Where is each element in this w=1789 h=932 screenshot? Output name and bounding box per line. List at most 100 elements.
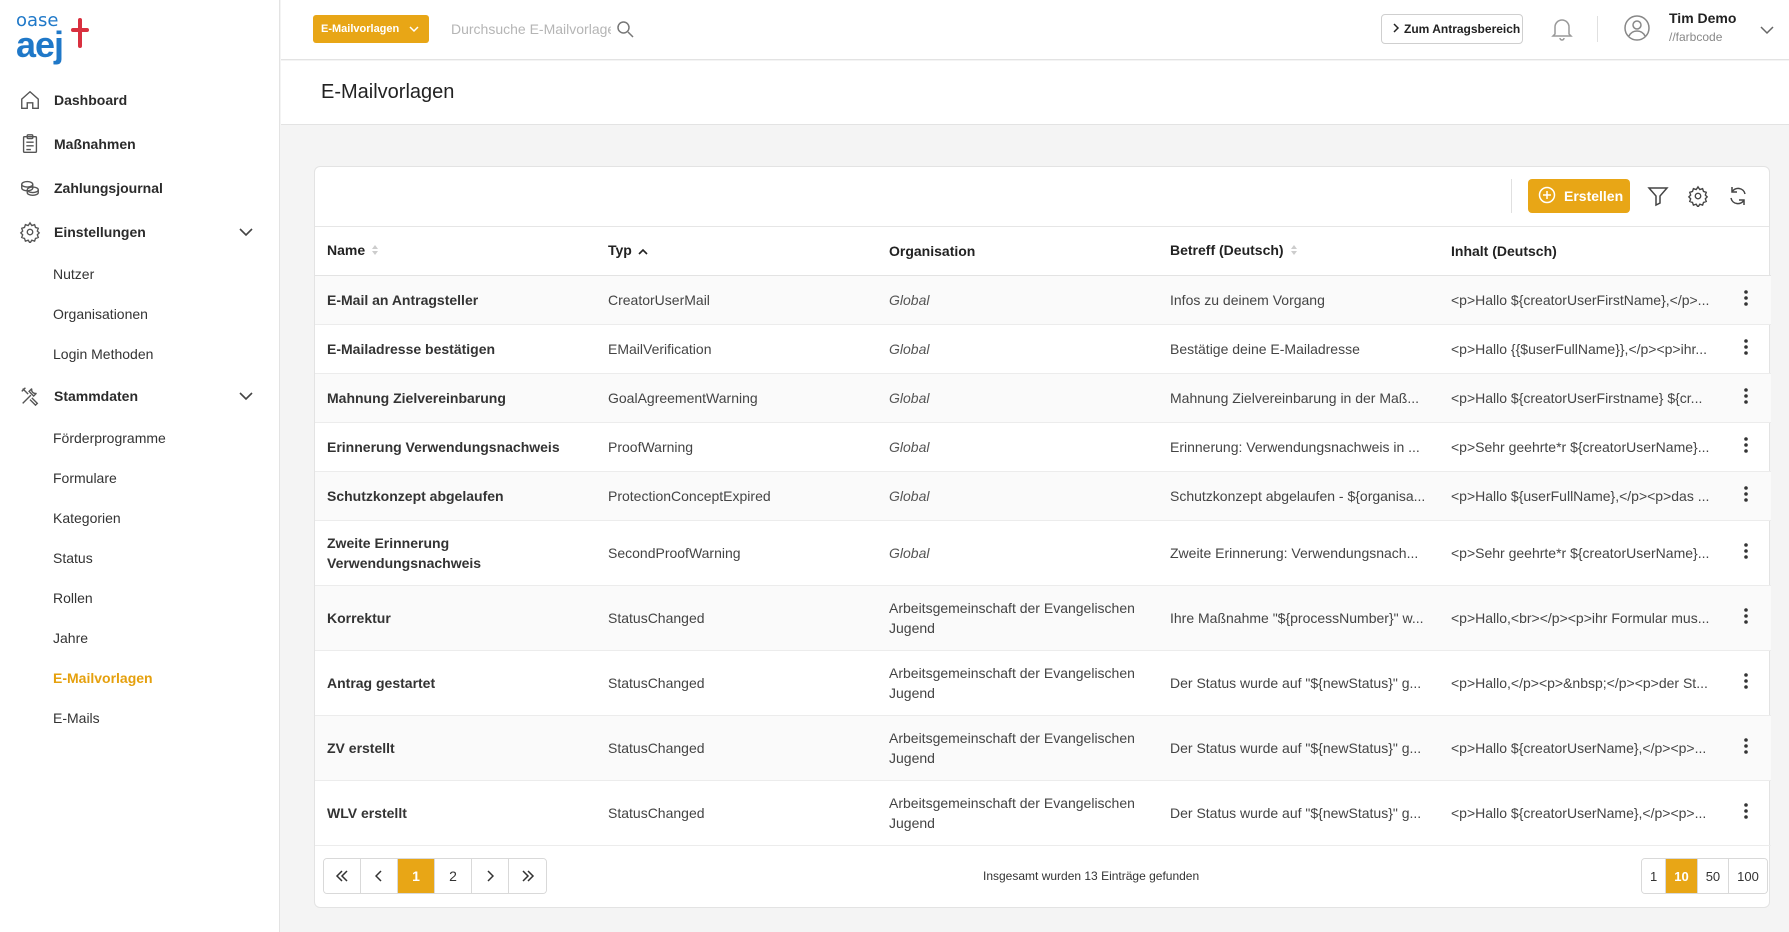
more-vertical-icon[interactable] xyxy=(1721,471,1771,521)
chevron-down-icon[interactable] xyxy=(1759,22,1775,41)
page-size-10[interactable]: 10 xyxy=(1666,859,1698,893)
antrag-button-label: Zum Antragsbereich xyxy=(1404,22,1521,36)
logo[interactable]: oase aej xyxy=(16,12,96,68)
more-vertical-icon[interactable] xyxy=(1721,715,1771,781)
zum-antragsbereich-button[interactable]: Zum Antragsbereich xyxy=(1381,14,1523,44)
sidebar-subitem-status[interactable]: Status xyxy=(0,538,280,578)
column-label: Betreff (Deutsch) xyxy=(1170,242,1284,259)
first-page-button[interactable] xyxy=(324,859,361,893)
table-row[interactable]: Erinnerung Verwendungsnachweis ProofWarn… xyxy=(315,422,1771,472)
total-entries-text: Insgesamt wurden 13 Einträge gefunden xyxy=(983,869,1200,883)
more-vertical-icon[interactable] xyxy=(1721,422,1771,472)
sidebar-item-stammdaten[interactable]: Stammdaten xyxy=(0,374,280,418)
column-header-typ[interactable]: Typ xyxy=(596,227,877,276)
previous-page-button[interactable] xyxy=(361,859,398,893)
last-page-button[interactable] xyxy=(509,859,546,893)
next-page-button[interactable] xyxy=(472,859,509,893)
table-row[interactable]: ZV erstellt StatusChanged Arbeitsgemeins… xyxy=(315,715,1771,781)
column-header-inhalt[interactable]: Inhalt (Deutsch) xyxy=(1439,227,1721,276)
sidebar-subitem-organisationen[interactable]: Organisationen xyxy=(0,294,280,334)
cell-typ: ProtectionConceptExpired xyxy=(596,471,877,521)
table-row[interactable]: E-Mail an Antragsteller CreatorUserMail … xyxy=(315,275,1771,325)
cell-typ: SecondProofWarning xyxy=(596,520,877,586)
more-vertical-icon[interactable] xyxy=(1721,650,1771,716)
search-icon[interactable] xyxy=(616,20,634,41)
page-size-selector: 1 10 50 100 xyxy=(1641,858,1768,894)
column-header-organisation[interactable]: Organisation xyxy=(877,227,1158,276)
more-vertical-icon[interactable] xyxy=(1721,780,1771,846)
sidebar-subitem-kategorien[interactable]: Kategorien xyxy=(0,498,280,538)
more-vertical-icon[interactable] xyxy=(1721,324,1771,374)
sidebar-subitem-rollen[interactable]: Rollen xyxy=(0,578,280,618)
more-vertical-icon[interactable] xyxy=(1721,275,1771,325)
logo-cross-icon xyxy=(71,18,89,48)
sidebar-item-dashboard[interactable]: Dashboard xyxy=(0,78,280,122)
column-header-name[interactable]: Name xyxy=(315,227,596,276)
sidebar-subitem-login-methoden[interactable]: Login Methoden xyxy=(0,334,280,374)
table-row[interactable]: Schutzkonzept abgelaufen ProtectionConce… xyxy=(315,471,1771,521)
page-size-100[interactable]: 100 xyxy=(1729,859,1767,893)
cell-typ: GoalAgreementWarning xyxy=(596,373,877,423)
table-row[interactable]: Korrektur StatusChanged Arbeitsgemeinsch… xyxy=(315,585,1771,651)
sidebar-item-massnahmen[interactable]: Maßnahmen xyxy=(0,122,280,166)
cell-name: ZV erstellt xyxy=(315,715,596,781)
divider xyxy=(1511,179,1512,213)
cell-name: Erinnerung Verwendungsnachweis xyxy=(315,422,596,472)
sidebar-item-label: Maßnahmen xyxy=(54,136,136,152)
cell-betreff: Bestätige deine E-Mailadresse xyxy=(1158,324,1439,374)
avatar[interactable] xyxy=(1623,14,1651,45)
cell-organisation: Global xyxy=(877,275,1158,325)
cell-name: Korrektur xyxy=(315,585,596,651)
column-label: Typ xyxy=(608,242,632,259)
sort-ascending-icon xyxy=(638,243,648,259)
sidebar-subitem-nutzer[interactable]: Nutzer xyxy=(0,254,280,294)
sidebar: oase aej Dashboard Maßnahmen Zahlungsjou… xyxy=(0,0,280,932)
page-button-1[interactable]: 1 xyxy=(398,859,435,893)
cell-organisation: Arbeitsgemeinschaft der Evangelischen Ju… xyxy=(877,650,1158,716)
sidebar-subitem-jahre[interactable]: Jahre xyxy=(0,618,280,658)
sidebar-item-label: Dashboard xyxy=(54,92,128,108)
create-button[interactable]: Erstellen xyxy=(1528,179,1630,213)
cell-betreff: Zweite Erinnerung: Verwendungsnach... xyxy=(1158,520,1439,586)
chevron-down-icon[interactable] xyxy=(238,224,254,243)
table-row[interactable]: Mahnung Zielvereinbarung GoalAgreementWa… xyxy=(315,373,1771,423)
page-size-1[interactable]: 1 xyxy=(1642,859,1667,893)
sidebar-subitem-emailvorlagen[interactable]: E-Mailvorlagen xyxy=(0,658,280,698)
more-vertical-icon[interactable] xyxy=(1721,520,1771,586)
sidebar-subitem-foerderprogramme[interactable]: Förderprogramme xyxy=(0,418,280,458)
page-header: E-Mailvorlagen xyxy=(281,61,1789,125)
search-input[interactable] xyxy=(451,15,611,43)
table-row[interactable]: WLV erstellt StatusChanged Arbeitsgemein… xyxy=(315,780,1771,846)
table-row[interactable]: E-Mailadresse bestätigen EMailVerificati… xyxy=(315,324,1771,374)
more-vertical-icon[interactable] xyxy=(1721,373,1771,423)
pagination: 1 2 xyxy=(323,858,547,894)
sidebar-subitem-emails[interactable]: E-Mails xyxy=(0,698,280,738)
page-size-50[interactable]: 50 xyxy=(1697,859,1730,893)
refresh-icon[interactable] xyxy=(1727,185,1749,210)
column-header-betreff[interactable]: Betreff (Deutsch) xyxy=(1158,227,1439,276)
cell-typ: StatusChanged xyxy=(596,650,877,716)
cell-inhalt: <p>Hallo,</p><p>&nbsp;</p><p>der St... xyxy=(1439,650,1721,716)
chevron-down-icon[interactable] xyxy=(238,388,254,407)
plus-circle-icon xyxy=(1538,186,1556,207)
column-label: Inhalt (Deutsch) xyxy=(1451,242,1557,259)
more-vertical-icon[interactable] xyxy=(1721,585,1771,651)
sort-icon xyxy=(371,243,379,259)
sidebar-item-zahlungsjournal[interactable]: Zahlungsjournal xyxy=(0,166,280,210)
tools-icon xyxy=(18,384,42,408)
search-type-dropdown[interactable]: E-Mailvorlagen xyxy=(313,15,429,43)
page-button-2[interactable]: 2 xyxy=(435,859,472,893)
email-templates-table: Name Typ Organisation Betreff (Deutsch) … xyxy=(315,227,1771,846)
sidebar-item-einstellungen[interactable]: Einstellungen xyxy=(0,210,280,254)
settings-icon[interactable] xyxy=(1687,185,1709,210)
cell-name: E-Mail an Antragsteller xyxy=(315,275,596,325)
user-name: Tim Demo xyxy=(1669,10,1737,26)
bell-icon[interactable] xyxy=(1551,17,1573,44)
table-row[interactable]: Antrag gestartet StatusChanged Arbeitsge… xyxy=(315,650,1771,716)
filter-icon[interactable] xyxy=(1647,185,1669,210)
coins-icon xyxy=(18,176,42,200)
page-title: E-Mailvorlagen xyxy=(321,81,455,103)
sidebar-subitem-formulare[interactable]: Formulare xyxy=(0,458,280,498)
cell-organisation: Global xyxy=(877,520,1158,586)
table-row[interactable]: Zweite Erinnerung Verwendungsnachweis Se… xyxy=(315,520,1771,586)
